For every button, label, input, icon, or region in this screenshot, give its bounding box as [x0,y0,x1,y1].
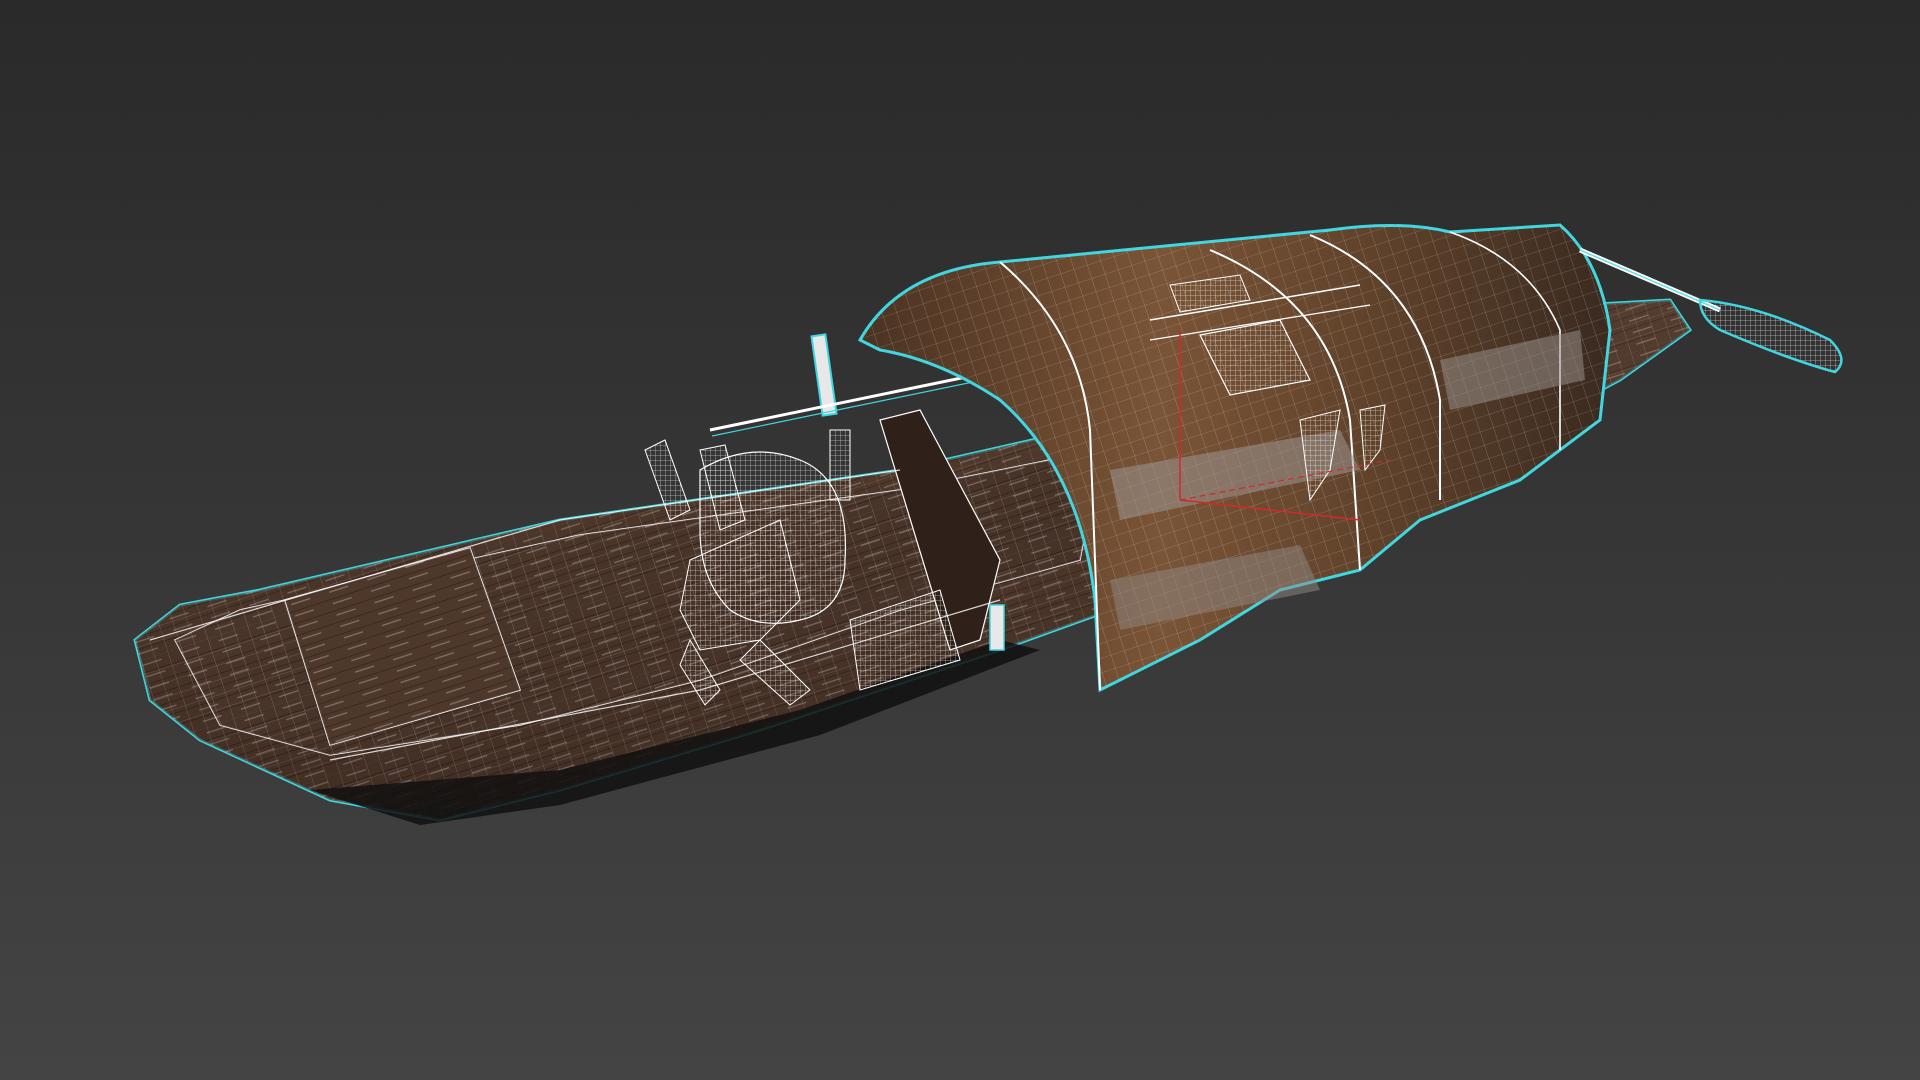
3d-viewport[interactable] [0,0,1920,1080]
scene-canvas[interactable] [0,0,1920,1080]
